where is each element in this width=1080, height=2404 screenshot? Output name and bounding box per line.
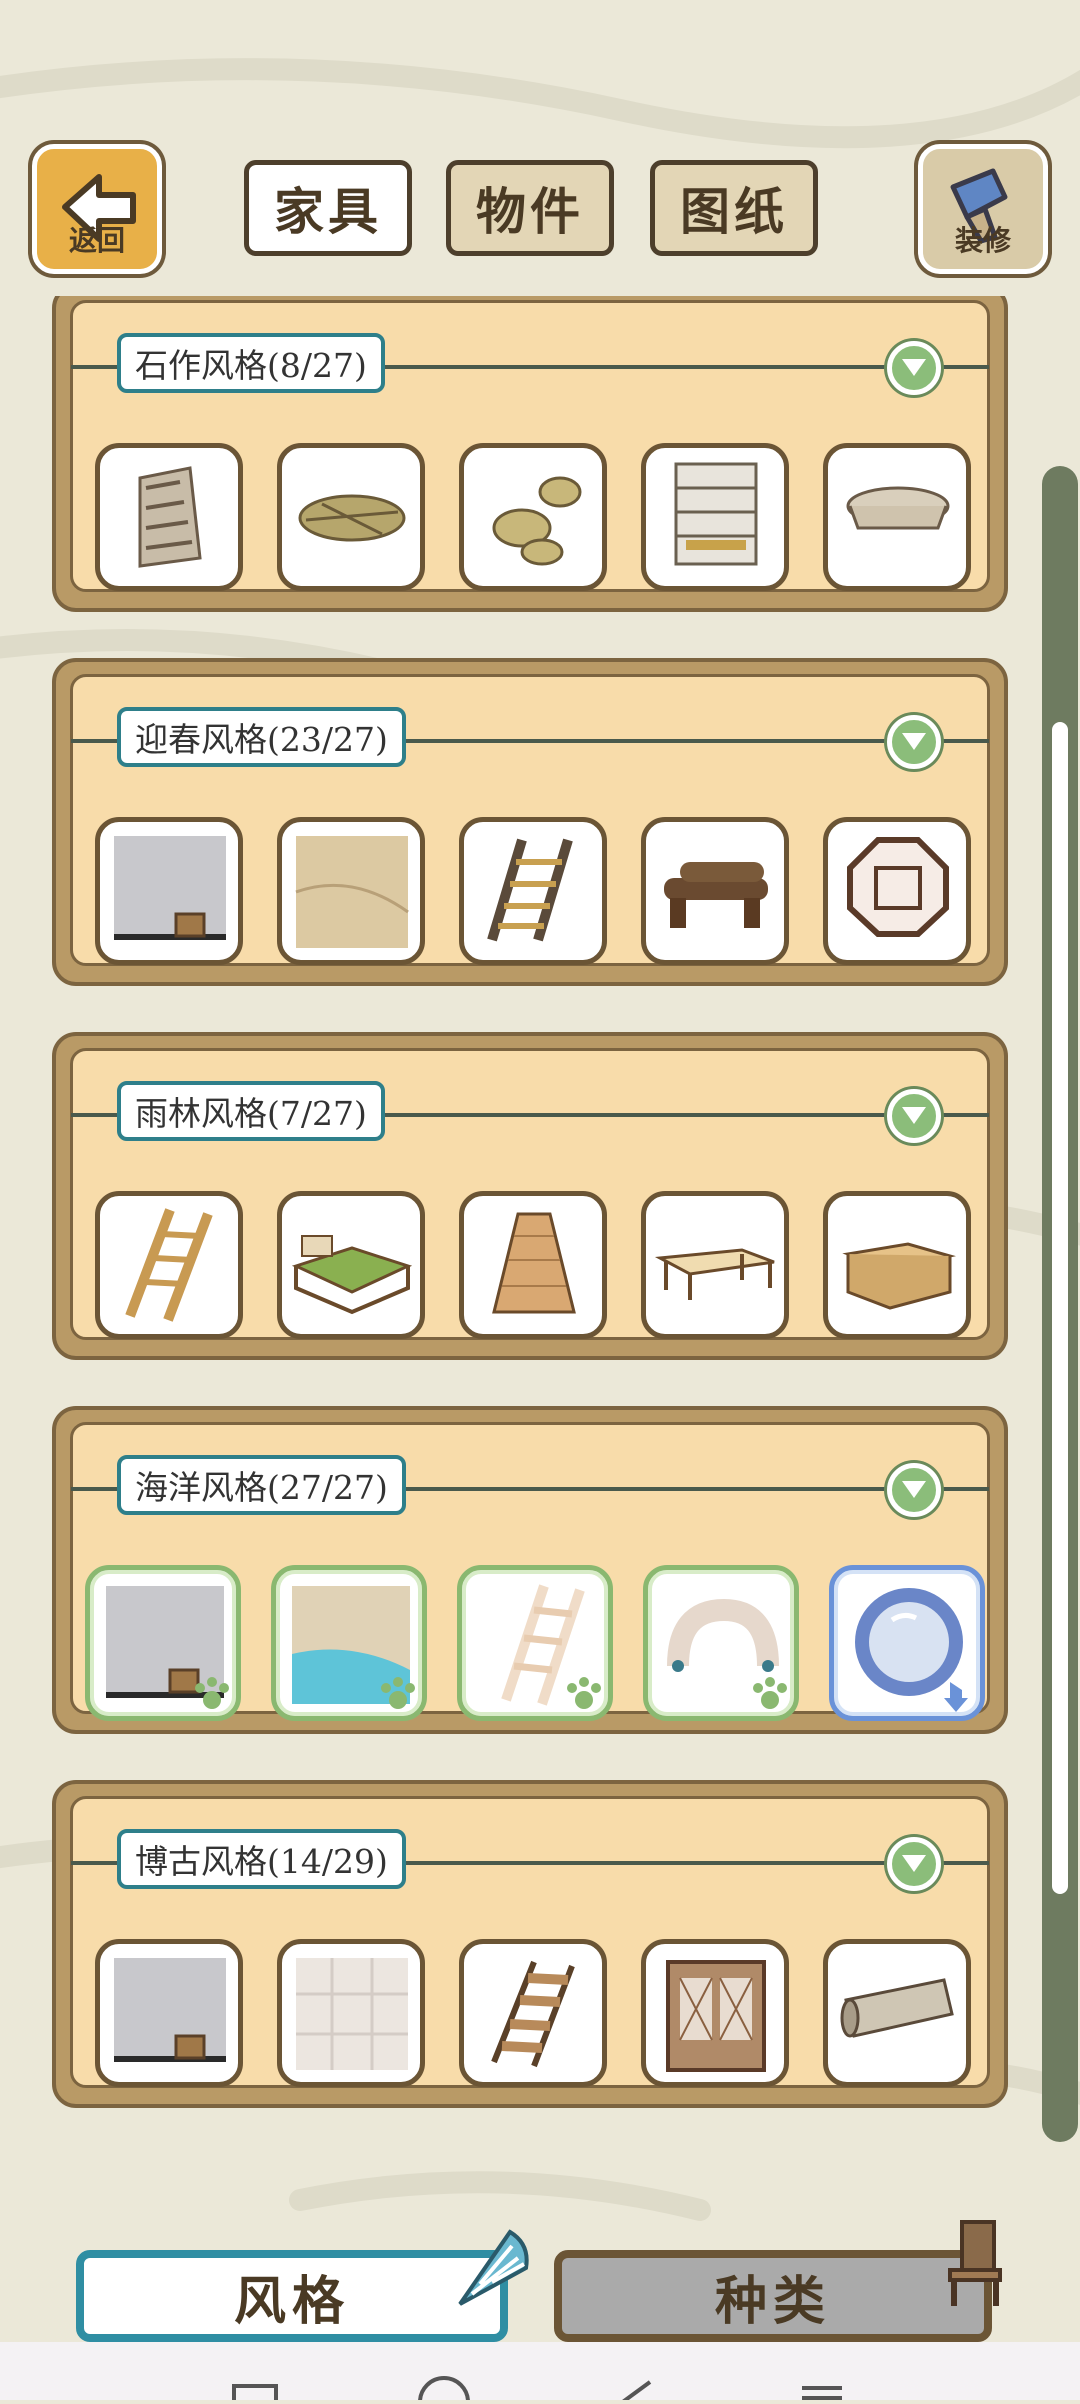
category-panel-spring: 迎春风格(23/27) <box>52 658 1008 986</box>
collapse-toggle-icon[interactable] <box>887 1837 941 1891</box>
tab-blueprints[interactable]: 图纸 <box>650 160 818 256</box>
bamboo-ladder-icon <box>487 838 573 942</box>
furniture-item[interactable] <box>459 443 607 591</box>
furniture-item[interactable] <box>271 1565 427 1721</box>
menu-icon <box>802 2386 842 2400</box>
paw-print-icon <box>381 1677 415 1709</box>
collapse-toggle-icon[interactable] <box>887 1089 941 1143</box>
furniture-item[interactable] <box>641 443 789 591</box>
wall-bucket-icon <box>114 836 226 940</box>
paw-print-icon <box>195 1677 229 1709</box>
category-title: 博古风格(14/29) <box>117 1829 406 1889</box>
hand-pointer-icon <box>944 1682 968 1712</box>
paw-print-icon <box>753 1677 787 1709</box>
furniture-item[interactable] <box>457 1565 613 1721</box>
leaf-bundle-icon <box>298 494 406 542</box>
furniture-item[interactable] <box>459 817 607 965</box>
category-title: 雨林风格(7/27) <box>117 1081 385 1141</box>
category-panel-rainforest: 雨林风格(7/27) <box>52 1032 1008 1360</box>
furniture-item[interactable] <box>823 817 971 965</box>
paw-print-icon <box>567 1677 601 1709</box>
chair-icon <box>948 2220 1002 2306</box>
back-button[interactable]: 返回 <box>32 144 162 274</box>
furniture-item[interactable] <box>277 1939 425 2087</box>
tab-kind-label: 种类 <box>714 2271 831 2332</box>
collapse-toggle-icon[interactable] <box>887 341 941 395</box>
wooden-ladder-icon <box>125 1208 213 1322</box>
furniture-item[interactable] <box>643 1565 799 1721</box>
category-panel-stone: 石作风格(8/27) <box>52 296 1008 612</box>
furniture-item[interactable] <box>823 1191 971 1339</box>
lattice-door-icon <box>666 1960 766 2072</box>
recent-apps-icon <box>232 2384 278 2404</box>
category-title: 石作风格(8/27) <box>117 333 385 393</box>
wooden-crate-icon <box>842 1242 956 1310</box>
category-title: 迎春风格(23/27) <box>117 707 406 767</box>
leaf-pile-icon <box>492 476 582 566</box>
wooden-table-icon <box>654 1248 775 1300</box>
octagon-window-icon <box>847 837 949 937</box>
collapse-toggle-icon[interactable] <box>887 715 941 769</box>
category-title: 海洋风格(27/27) <box>117 1455 406 1515</box>
stone-stairs-icon <box>138 466 202 568</box>
furniture-item[interactable] <box>277 443 425 591</box>
furniture-item[interactable] <box>277 817 425 965</box>
tab-style-label: 风格 <box>233 2271 350 2332</box>
decorate-label: 装修 <box>954 224 1011 257</box>
furniture-item[interactable] <box>95 817 243 965</box>
decorate-button[interactable]: 装修 <box>918 144 1048 274</box>
furniture-item[interactable] <box>823 1939 971 2087</box>
furniture-item[interactable] <box>459 1191 607 1339</box>
green-bed-icon <box>291 1235 413 1315</box>
collapse-toggle-icon[interactable] <box>887 1463 941 1517</box>
seashell-icon <box>458 2229 529 2306</box>
scrollbar[interactable] <box>1042 466 1078 2142</box>
scrollbar-thumb[interactable] <box>1052 722 1068 1894</box>
system-nav-bar <box>0 2342 1080 2404</box>
floor-panel-icon <box>295 836 409 948</box>
category-panel-ocean: 海洋风格(27/27) <box>52 1406 1008 1734</box>
wicker-lamp-icon <box>492 1212 576 1314</box>
category-panel-antique: 博古风格(14/29) <box>52 1780 1008 2108</box>
category-list[interactable]: 石作风格(8/27) 迎春风格(23/27) 雨林风格(7/27) 海洋风格(2… <box>52 296 1012 2146</box>
home-icon <box>418 2376 470 2404</box>
furniture-item[interactable] <box>95 443 243 591</box>
furniture-item[interactable] <box>823 443 971 591</box>
back-nav-icon <box>616 2380 652 2404</box>
furniture-item[interactable] <box>641 817 789 965</box>
furniture-item[interactable] <box>459 1939 607 2087</box>
system-nav-icons <box>232 2376 842 2404</box>
tile-floor-icon <box>296 1958 408 2070</box>
tab-style[interactable]: 风格 <box>76 2250 508 2342</box>
tab-kind[interactable]: 种类 <box>554 2250 992 2342</box>
log-bench-icon <box>664 862 768 928</box>
stone-table-icon <box>846 486 950 530</box>
furniture-item[interactable] <box>641 1191 789 1339</box>
scroll-icon <box>840 1978 954 2038</box>
wall-bucket-icon <box>114 1958 226 2062</box>
furniture-item[interactable] <box>829 1565 985 1721</box>
plank-stairs-icon <box>491 1960 575 2068</box>
stone-shelf-icon <box>674 462 758 566</box>
furniture-item[interactable] <box>95 1939 243 2087</box>
furniture-item[interactable] <box>85 1565 241 1721</box>
tab-furniture[interactable]: 家具 <box>244 160 412 256</box>
furniture-item[interactable] <box>277 1191 425 1339</box>
back-label: 返回 <box>68 224 125 257</box>
furniture-item[interactable] <box>641 1939 789 2087</box>
furniture-item[interactable] <box>95 1191 243 1339</box>
tab-objects[interactable]: 物件 <box>446 160 614 256</box>
